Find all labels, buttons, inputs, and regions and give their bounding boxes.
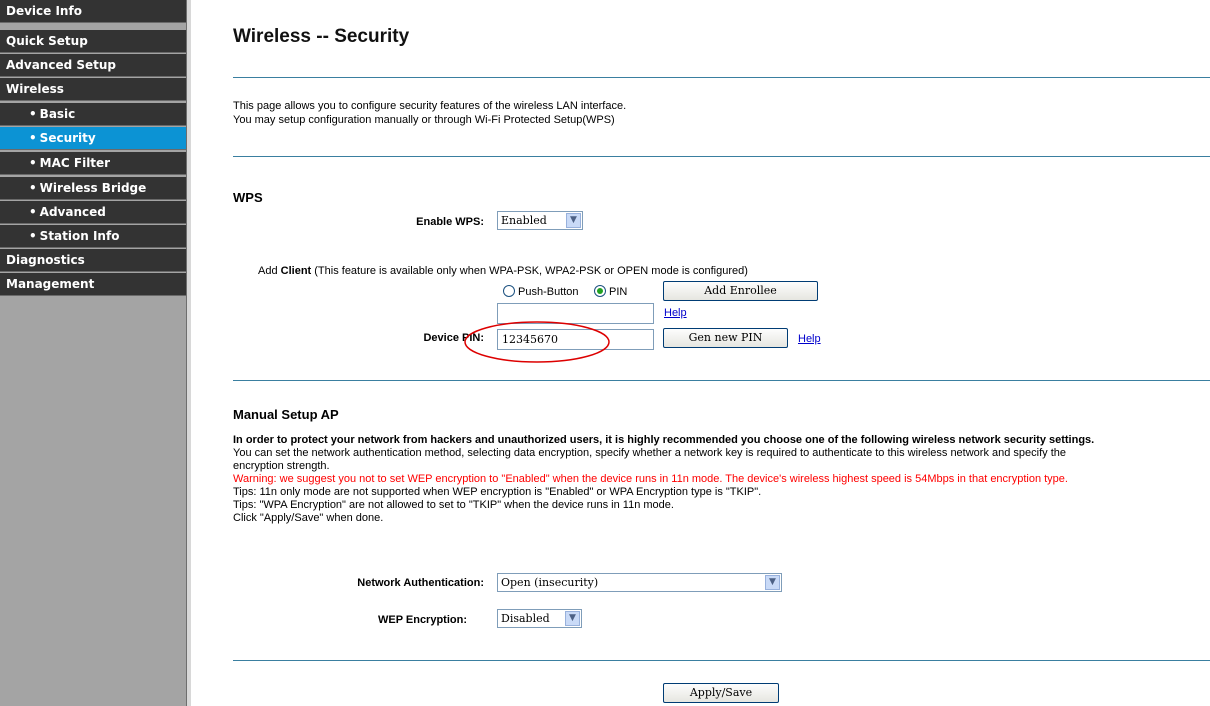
help-link-enrollee[interactable]: Help xyxy=(664,307,687,319)
divider xyxy=(233,77,1210,78)
page-title: Wireless -- Security xyxy=(233,26,410,47)
enable-wps-value: Enabled xyxy=(501,214,547,227)
auth-description-1: You can set the network authentication m… xyxy=(233,447,1067,459)
sidebar-item-label: Diagnostics xyxy=(6,253,85,267)
sidebar-item-label: Wireless Bridge xyxy=(39,181,147,195)
annotation-ellipse xyxy=(464,321,610,363)
intro-text-1: This page allows you to configure securi… xyxy=(233,100,627,112)
radio-icon xyxy=(503,285,515,297)
sidebar-item-quick-setup[interactable]: Quick Setup xyxy=(0,30,186,53)
bullet-icon: • xyxy=(29,205,37,219)
sidebar-item-label: Quick Setup xyxy=(6,34,88,48)
sidebar-item-wireless[interactable]: Wireless xyxy=(0,78,186,101)
chevron-down-icon: ▼ xyxy=(765,575,780,590)
sidebar-item-label: Device Info xyxy=(6,4,82,18)
wep-encryption-select[interactable]: Disabled ▼ xyxy=(497,609,582,628)
enable-wps-select[interactable]: Enabled ▼ xyxy=(497,211,583,230)
divider xyxy=(233,660,1210,661)
sidebar-item-management[interactable]: Management xyxy=(0,273,186,296)
sidebar-item-device-info[interactable]: Device Info xyxy=(0,0,186,23)
enable-wps-label: Enable WPS: xyxy=(416,216,484,228)
bullet-icon: • xyxy=(29,229,37,243)
radio-pin-label: PIN xyxy=(609,286,628,298)
wep-encryption-value: Disabled xyxy=(501,612,550,625)
radio-selected-icon xyxy=(594,285,606,297)
sidebar-item-label: Wireless xyxy=(6,82,64,96)
wps-heading: WPS xyxy=(233,190,263,205)
add-client-bold: Client xyxy=(280,265,312,277)
radio-push-button[interactable]: Push-Button xyxy=(503,285,579,298)
network-auth-value: Open (insecurity) xyxy=(501,576,599,589)
security-recommendation: In order to protect your network from ha… xyxy=(233,434,1095,446)
help-link-device-pin[interactable]: Help xyxy=(798,333,821,345)
add-client-text: Add Client (This feature is available on… xyxy=(258,265,748,277)
gen-new-pin-button[interactable]: Gen new PIN xyxy=(663,328,788,348)
sidebar-item-label: MAC Filter xyxy=(39,156,111,170)
bullet-icon: • xyxy=(29,107,37,121)
network-auth-label: Network Authentication: xyxy=(357,577,484,589)
sidebar-item-basic[interactable]: • Basic xyxy=(0,103,186,126)
sidebar-item-label: Management xyxy=(6,277,95,291)
sidebar-item-diagnostics[interactable]: Diagnostics xyxy=(0,249,186,272)
tip-text-3: Click "Apply/Save" when done. xyxy=(233,512,384,524)
add-enrollee-button[interactable]: Add Enrollee xyxy=(663,281,818,301)
sidebar-item-security[interactable]: • Security xyxy=(0,127,186,150)
sidebar-item-station-info[interactable]: • Station Info xyxy=(0,225,186,248)
tip-text-1: Tips: 11n only mode are not supported wh… xyxy=(233,486,762,498)
chevron-down-icon: ▼ xyxy=(565,611,580,626)
warning-text: Warning: we suggest you not to set WEP e… xyxy=(233,473,1068,485)
radio-pin[interactable]: PIN xyxy=(594,285,627,298)
bullet-icon: • xyxy=(29,181,37,195)
divider xyxy=(233,156,1210,157)
sidebar-item-label: Advanced Setup xyxy=(6,58,117,72)
sidebar-item-advanced-setup[interactable]: Advanced Setup xyxy=(0,54,186,77)
wep-encryption-label: WEP Encryption: xyxy=(377,614,467,626)
sidebar-divider xyxy=(186,0,191,706)
sidebar-item-label: Security xyxy=(39,131,96,145)
chevron-down-icon: ▼ xyxy=(566,213,581,228)
auth-description-2: encryption strength. xyxy=(233,460,330,472)
intro-text-2: You may setup configuration manually or … xyxy=(233,114,615,126)
network-auth-select[interactable]: Open (insecurity) ▼ xyxy=(497,573,782,592)
radio-push-label: Push-Button xyxy=(518,286,579,298)
bullet-icon: • xyxy=(29,131,37,145)
tip-text-2: Tips: "WPA Encryption" are not allowed t… xyxy=(233,499,674,511)
sidebar-item-mac-filter[interactable]: • MAC Filter xyxy=(0,152,186,175)
sidebar: Device Info Quick Setup Advanced Setup W… xyxy=(0,0,191,706)
sidebar-item-label: Advanced xyxy=(39,205,106,219)
sidebar-item-label: Basic xyxy=(39,107,76,121)
manual-setup-heading: Manual Setup AP xyxy=(233,407,339,422)
sidebar-item-wireless-bridge[interactable]: • Wireless Bridge xyxy=(0,177,186,200)
add-client-note: (This feature is available only when WPA… xyxy=(311,265,748,277)
add-client-prefix: Add xyxy=(258,265,281,277)
bullet-icon: • xyxy=(29,156,37,170)
sidebar-item-label: Station Info xyxy=(39,229,120,243)
apply-save-button[interactable]: Apply/Save xyxy=(663,683,779,703)
sidebar-item-advanced[interactable]: • Advanced xyxy=(0,201,186,224)
divider xyxy=(233,380,1210,381)
